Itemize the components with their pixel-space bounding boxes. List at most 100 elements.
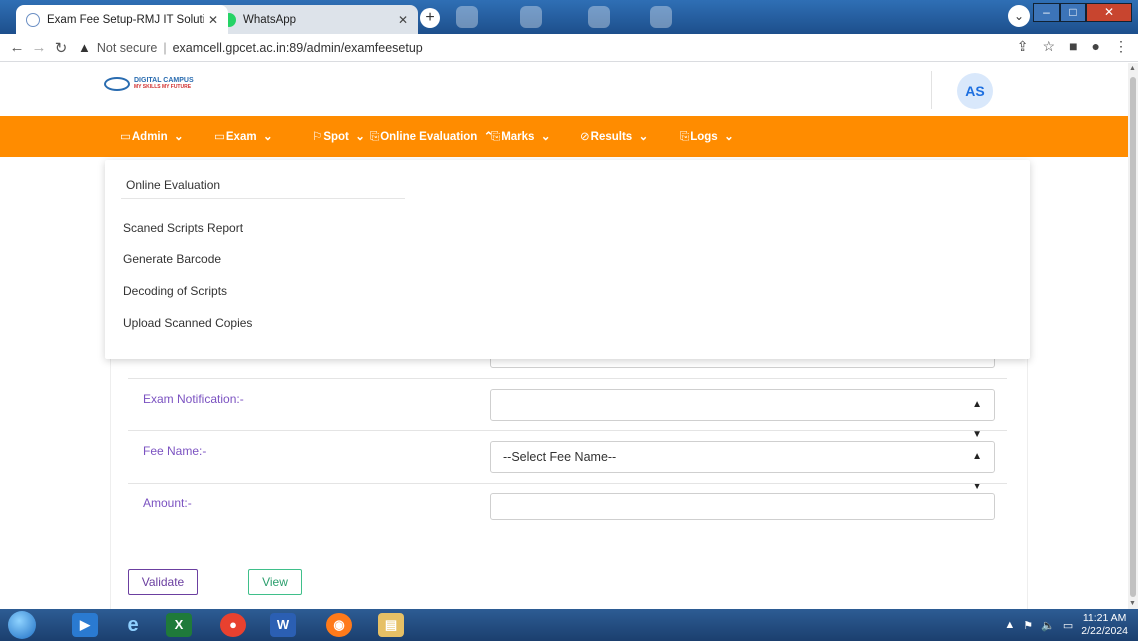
nav-marks[interactable]: ⎘Marks ⌄ — [491, 129, 550, 144]
tab-title: Exam Fee Setup-RMJ IT Solution — [47, 13, 204, 26]
system-tray: ▲ ⚑ 🔈 ▭ 11:21 AM 2/22/2024 — [1004, 612, 1128, 638]
exam-notification-label: Exam Notification:- — [143, 392, 244, 406]
row-divider — [128, 378, 1007, 379]
header-divider — [931, 71, 932, 109]
warning-icon[interactable]: ▲ — [78, 40, 91, 55]
security-status: Not secure — [96, 40, 158, 55]
start-button[interactable] — [8, 611, 36, 639]
menu-item-generate-barcode[interactable]: Generate Barcode — [123, 252, 221, 266]
exam-notification-select[interactable]: ▲ ▼ — [490, 389, 995, 440]
blurred-tab-icon — [520, 6, 542, 28]
nav-exam[interactable]: ▭Exam ⌄ — [214, 129, 273, 143]
nav-admin[interactable]: ▭Admin ⌄ — [120, 129, 184, 143]
main-nav: ▭Admin ⌄ ▭Exam ⌄ ⚐Spot ⌄ ⎘Online Evaluat… — [0, 116, 1128, 157]
nav-label: Online Evaluation — [380, 131, 478, 143]
network-icon[interactable]: ▲ — [1004, 619, 1015, 631]
windows-taskbar: ▶ e X ● W ◉ ▤ ▲ ⚑ 🔈 ▭ 11:21 AM 2/22/2024 — [0, 609, 1138, 641]
minimize-button[interactable]: – — [1033, 3, 1060, 22]
close-icon[interactable]: ✕ — [398, 13, 408, 27]
user-avatar[interactable]: AS — [957, 73, 993, 109]
address-bar-actions: ⇪ ☆ ■ ● ⋮ — [1017, 38, 1128, 55]
fee-name-value: --Select Fee Name-- — [503, 450, 617, 464]
share-icon[interactable]: ⇪ — [1017, 38, 1029, 55]
tab-whatsapp[interactable]: WhatsApp ✕ — [212, 5, 418, 34]
url-field[interactable]: ▲ Not secure | examcell.gpcet.ac.in:89/a… — [78, 37, 958, 59]
results-icon: ⊘ — [580, 131, 590, 143]
amount-input[interactable] — [490, 493, 995, 520]
address-bar: ← → ↻ ▲ Not secure | examcell.gpcet.ac.i… — [0, 34, 1138, 62]
bookmark-star-icon[interactable]: ☆ — [1043, 38, 1056, 55]
url-separator: | — [163, 40, 167, 55]
menu-item-upload-scanned-copies[interactable]: Upload Scanned Copies — [123, 316, 252, 330]
blurred-tab-icon — [588, 6, 610, 28]
nav-spot[interactable]: ⚐Spot ⌄ — [312, 129, 365, 143]
digital-campus-logo[interactable]: DIGITAL CAMPUS MY SKILLS MY FUTURE — [104, 77, 194, 91]
online-evaluation-dropdown: Online Evaluation Scaned Scripts Report … — [105, 160, 1030, 359]
logo-title: DIGITAL CAMPUS — [134, 77, 194, 84]
blurred-tab-icon — [650, 6, 672, 28]
nav-label: Logs — [690, 131, 718, 143]
fee-name-label: Fee Name:- — [143, 444, 207, 458]
row-divider — [128, 430, 1007, 431]
tab-search-chevron-icon[interactable]: ⌄ — [1008, 5, 1030, 27]
scroll-up-icon[interactable]: ▲ — [1129, 65, 1136, 72]
volume-icon[interactable]: 🔈 — [1041, 619, 1055, 632]
menu-kebab-icon[interactable]: ⋮ — [1114, 38, 1128, 55]
profile-icon[interactable]: ● — [1092, 38, 1100, 55]
logo-text: DIGITAL CAMPUS MY SKILLS MY FUTURE — [134, 77, 194, 91]
back-arrow-icon[interactable]: ← — [6, 39, 28, 56]
tab-title: WhatsApp — [243, 13, 297, 26]
firefox-icon[interactable]: ◉ — [326, 613, 352, 637]
action-center-icon[interactable]: ⚑ — [1023, 619, 1033, 632]
scroll-thumb[interactable] — [1130, 77, 1136, 597]
close-icon[interactable]: ✕ — [208, 13, 218, 27]
tab-exam-fee-setup[interactable]: Exam Fee Setup-RMJ IT Solution ✕ — [16, 5, 228, 34]
copy-icon: ⎘ — [491, 131, 501, 143]
notification-icon[interactable]: ▭ — [1063, 619, 1073, 632]
close-window-button[interactable]: ✕ — [1086, 3, 1132, 22]
page-scrollbar[interactable]: ▲ ▼ — [1128, 63, 1138, 609]
url-text: examcell.gpcet.ac.in:89/admin/examfeeset… — [172, 40, 423, 55]
nav-label: Spot — [323, 131, 349, 143]
side-panel-icon[interactable]: ■ — [1069, 38, 1077, 55]
nav-logs[interactable]: ⎘Logs ⌄ — [680, 129, 734, 144]
nav-label: Exam — [225, 131, 257, 143]
dropdown-title: Online Evaluation — [126, 178, 221, 192]
menu-item-decoding-of-scripts[interactable]: Decoding of Scripts — [123, 284, 227, 298]
scroll-down-icon[interactable]: ▼ — [1129, 600, 1136, 607]
nav-label: Results — [590, 131, 633, 143]
view-button[interactable]: View — [248, 569, 302, 595]
copy-icon: ⎘ — [680, 131, 690, 143]
nav-label: Admin — [131, 131, 168, 143]
nav-label: Marks — [501, 131, 535, 143]
file-explorer-icon[interactable]: ▤ — [378, 613, 404, 637]
copy-icon: ⎘ — [370, 131, 380, 143]
media-player-icon[interactable]: ▶ — [72, 613, 98, 637]
excel-icon[interactable]: X — [166, 613, 192, 637]
monitor-icon: ▭ — [120, 131, 131, 143]
row-divider — [128, 483, 1007, 484]
validate-button[interactable]: Validate — [128, 569, 198, 595]
logo-mark-icon — [104, 77, 130, 91]
site-favicon-icon — [26, 12, 40, 27]
monitor-icon: ▭ — [214, 131, 225, 143]
taskbar-clock[interactable]: 11:21 AM 2/22/2024 — [1081, 612, 1128, 638]
maximize-button[interactable]: □ — [1060, 3, 1086, 22]
site-header: DIGITAL CAMPUS MY SKILLS MY FUTURE AS — [0, 63, 1128, 116]
browser-tab-strip: WhatsApp ✕ Exam Fee Setup-RMJ IT Solutio… — [0, 0, 1138, 34]
nav-results[interactable]: ⊘Results ⌄ — [580, 129, 648, 143]
fee-name-select[interactable]: --Select Fee Name-- ▲ ▼ — [490, 441, 995, 492]
new-tab-button[interactable]: + — [420, 8, 440, 28]
menu-item-scaned-scripts-report[interactable]: Scaned Scripts Report — [123, 221, 243, 235]
reload-icon[interactable]: ↻ — [50, 39, 72, 57]
chrome-icon[interactable]: ● — [220, 613, 246, 637]
flag-icon: ⚐ — [312, 131, 323, 143]
word-icon[interactable]: W — [270, 613, 296, 637]
forward-arrow-icon[interactable]: → — [28, 39, 50, 56]
clock-time: 11:21 AM — [1082, 612, 1127, 624]
blurred-tab-icon — [456, 6, 478, 28]
dropdown-divider — [121, 198, 405, 199]
clock-date: 2/22/2024 — [1081, 625, 1128, 637]
internet-explorer-icon[interactable]: e — [120, 613, 146, 637]
nav-online-evaluation[interactable]: ⎘Online Evaluation ⌃ — [370, 129, 493, 144]
